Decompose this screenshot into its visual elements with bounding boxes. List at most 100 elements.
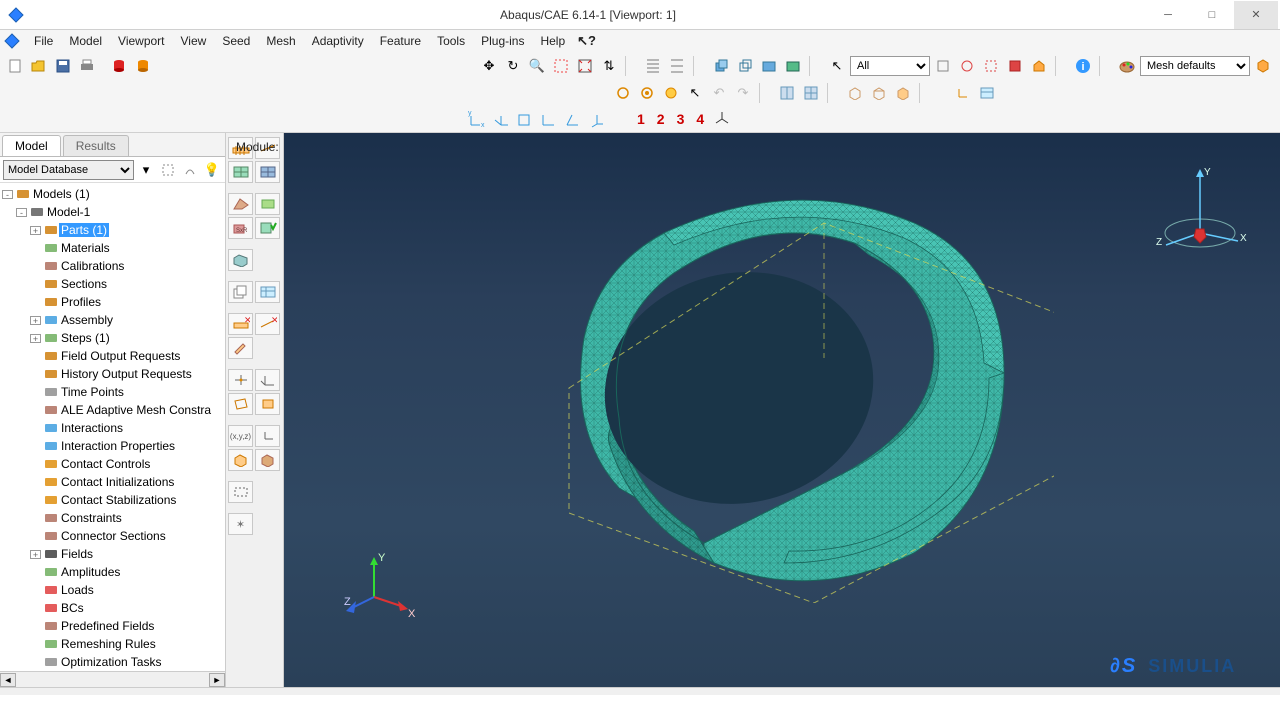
csys-3d-icon[interactable] bbox=[711, 108, 733, 130]
grid2-icon[interactable] bbox=[666, 55, 688, 77]
cube-dropdown-icon[interactable] bbox=[1252, 55, 1274, 77]
palette-icon[interactable] bbox=[1116, 55, 1138, 77]
mesh-defaults-dropdown[interactable]: Mesh defaults bbox=[1140, 56, 1250, 76]
tree-node[interactable]: Calibrations bbox=[2, 257, 225, 275]
sel2-icon[interactable] bbox=[956, 55, 978, 77]
circle2-icon[interactable] bbox=[636, 82, 658, 104]
circle1-icon[interactable] bbox=[612, 82, 634, 104]
open-icon[interactable] bbox=[28, 55, 50, 77]
tree-btn1-icon[interactable] bbox=[158, 160, 178, 180]
tree-node[interactable]: History Output Requests bbox=[2, 365, 225, 383]
csys5-icon[interactable] bbox=[562, 108, 584, 130]
tree-node[interactable]: +Steps (1) bbox=[2, 329, 225, 347]
tree-node[interactable]: Profiles bbox=[2, 293, 225, 311]
view-2-button[interactable]: 2 bbox=[652, 111, 670, 127]
p-part-box-icon[interactable] bbox=[228, 449, 253, 471]
model-tree[interactable]: -Models (1)-Model-1+Parts (1)MaterialsCa… bbox=[0, 183, 225, 671]
table-tool-icon[interactable] bbox=[976, 82, 998, 104]
tree-node[interactable]: ALE Adaptive Mesh Constra bbox=[2, 401, 225, 419]
box1-icon[interactable] bbox=[844, 82, 866, 104]
tree-node[interactable]: -Model-1 bbox=[2, 203, 225, 221]
db1-icon[interactable] bbox=[108, 55, 130, 77]
tree-node[interactable]: Predefined Fields bbox=[2, 617, 225, 635]
tree-node[interactable]: Time Points bbox=[2, 383, 225, 401]
p-settings-icon[interactable]: ✶ bbox=[228, 513, 253, 535]
menu-adaptivity[interactable]: Adaptivity bbox=[304, 32, 372, 50]
p-datum-plane-icon[interactable] bbox=[228, 393, 253, 415]
menu-feature[interactable]: Feature bbox=[372, 32, 429, 50]
circle3-icon[interactable] bbox=[660, 82, 682, 104]
redo-icon[interactable]: ↷ bbox=[732, 82, 754, 104]
csys2-icon[interactable] bbox=[490, 108, 512, 130]
app-menu-icon[interactable] bbox=[4, 33, 20, 49]
tree-node[interactable]: Contact Controls bbox=[2, 455, 225, 473]
info-icon[interactable]: i bbox=[1072, 55, 1094, 77]
p-mesh-region-icon[interactable] bbox=[255, 161, 280, 183]
tree-hscroll[interactable]: ◄► bbox=[0, 671, 225, 687]
tree-node[interactable]: +Fields bbox=[2, 545, 225, 563]
new-icon[interactable] bbox=[4, 55, 26, 77]
p-verify-icon[interactable]: SxR bbox=[228, 217, 253, 239]
view-1-button[interactable]: 1 bbox=[632, 111, 650, 127]
tree-node[interactable]: Connector Sections bbox=[2, 527, 225, 545]
csys6-icon[interactable] bbox=[586, 108, 608, 130]
menu-viewport[interactable]: Viewport bbox=[110, 32, 172, 50]
layout2-icon[interactable] bbox=[800, 82, 822, 104]
p-datum-axis-icon[interactable] bbox=[255, 369, 280, 391]
csys1-icon[interactable]: yx bbox=[466, 108, 488, 130]
persp1-icon[interactable] bbox=[710, 55, 732, 77]
tree-node[interactable]: Remeshing Rules bbox=[2, 635, 225, 653]
tree-bulb-icon[interactable]: 💡 bbox=[202, 160, 222, 180]
view-cube-icon[interactable]: Y X Z bbox=[1150, 163, 1250, 273]
tree-node[interactable]: -Models (1) bbox=[2, 185, 225, 203]
menu-model[interactable]: Model bbox=[61, 32, 110, 50]
rotate-icon[interactable]: ↻ bbox=[502, 55, 524, 77]
view-4-button[interactable]: 4 bbox=[691, 111, 709, 127]
zoom-icon[interactable]: 🔍 bbox=[526, 55, 548, 77]
p-check-icon[interactable] bbox=[255, 217, 280, 239]
persp4-icon[interactable] bbox=[782, 55, 804, 77]
tree-node[interactable]: Sections bbox=[2, 275, 225, 293]
minimize-button[interactable]: ─ bbox=[1146, 1, 1190, 29]
context-help-icon[interactable]: ↖? bbox=[577, 33, 596, 49]
save-icon[interactable] bbox=[52, 55, 74, 77]
model-database-dropdown[interactable]: Model Database bbox=[3, 160, 134, 180]
box2-icon[interactable] bbox=[868, 82, 890, 104]
arrow2-icon[interactable]: ↖ bbox=[684, 82, 706, 104]
box3-icon[interactable] bbox=[892, 82, 914, 104]
tree-node[interactable]: BCs bbox=[2, 599, 225, 617]
tree-node[interactable]: Interaction Properties bbox=[2, 437, 225, 455]
tree-node[interactable]: Constraints bbox=[2, 509, 225, 527]
select-mode-dropdown[interactable]: All bbox=[850, 56, 930, 76]
menu-help[interactable]: Help bbox=[532, 32, 573, 50]
filter-icon[interactable]: ▾ bbox=[136, 160, 156, 180]
tree-node[interactable]: Loads bbox=[2, 581, 225, 599]
tree-node[interactable]: +Parts (1) bbox=[2, 221, 225, 239]
tree-node[interactable]: Materials bbox=[2, 239, 225, 257]
p-edit-icon[interactable] bbox=[228, 337, 253, 359]
p-datum-pt-icon[interactable] bbox=[228, 369, 253, 391]
p-del-mesh-icon[interactable]: ✕ bbox=[228, 313, 253, 335]
tree-node[interactable]: +Assembly bbox=[2, 311, 225, 329]
pan-icon[interactable]: ✥ bbox=[478, 55, 500, 77]
tab-results[interactable]: Results bbox=[63, 135, 129, 156]
tree-btn2-icon[interactable] bbox=[180, 160, 200, 180]
arrow-select-icon[interactable]: ↖ bbox=[826, 55, 848, 77]
p-assign-type-icon[interactable] bbox=[255, 193, 280, 215]
close-button[interactable]: ✕ bbox=[1234, 1, 1278, 29]
p-virt-top-icon[interactable] bbox=[228, 481, 253, 503]
menu-tools[interactable]: Tools bbox=[429, 32, 473, 50]
axis-tool-icon[interactable] bbox=[952, 82, 974, 104]
persp2-icon[interactable] bbox=[734, 55, 756, 77]
p-datum-csys-icon[interactable] bbox=[255, 393, 280, 415]
menu-mesh[interactable]: Mesh bbox=[258, 32, 303, 50]
cycle-icon[interactable]: ⇅ bbox=[598, 55, 620, 77]
undo-icon[interactable]: ↶ bbox=[708, 82, 730, 104]
p-del-seed-icon[interactable]: ✕ bbox=[255, 313, 280, 335]
p-copy-icon[interactable] bbox=[228, 281, 253, 303]
zoom-box-icon[interactable] bbox=[550, 55, 572, 77]
view-3-button[interactable]: 3 bbox=[672, 111, 690, 127]
sel4-icon[interactable] bbox=[1004, 55, 1026, 77]
fit-icon[interactable] bbox=[574, 55, 596, 77]
p-assign-ctrl-icon[interactable] bbox=[228, 193, 253, 215]
